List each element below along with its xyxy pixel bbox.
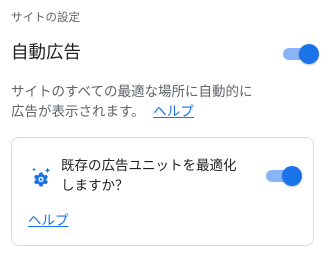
- description-line-2: 広告が表示されます。 ヘルプ: [11, 102, 311, 122]
- optimize-question-line-2: しますか？: [61, 178, 129, 194]
- section-label: サイトの設定: [11, 10, 80, 24]
- auto-ads-settings-panel: サイトの設定 自動広告 サイトのすべての最適な場所に自動的に 広告が表示されます…: [0, 0, 329, 272]
- optimize-units-toggle[interactable]: [265, 164, 303, 188]
- description-line-2-text: 広告が表示されます。: [11, 104, 145, 120]
- auto-ads-toggle[interactable]: [282, 42, 320, 66]
- toggle-thumb: [299, 44, 319, 64]
- card-help-link[interactable]: ヘルプ: [28, 211, 69, 231]
- auto-ads-description: サイトのすべての最適な場所に自動的に 広告が表示されます。 ヘルプ: [11, 82, 311, 122]
- description-line-1: サイトのすべての最適な場所に自動的に: [11, 84, 253, 100]
- optimize-ad-units-card: 既存の広告ユニットを最適化 しますか？ ヘルプ: [11, 137, 314, 246]
- optimize-question: 既存の広告ユニットを最適化 しますか？: [61, 156, 251, 196]
- optimize-question-line-1: 既存の広告ユニットを最適化: [61, 158, 237, 174]
- toggle-thumb: [282, 166, 302, 186]
- help-link[interactable]: ヘルプ: [153, 104, 194, 120]
- gear-sparkle-icon: [29, 166, 53, 190]
- page-title: 自動広告: [11, 43, 81, 63]
